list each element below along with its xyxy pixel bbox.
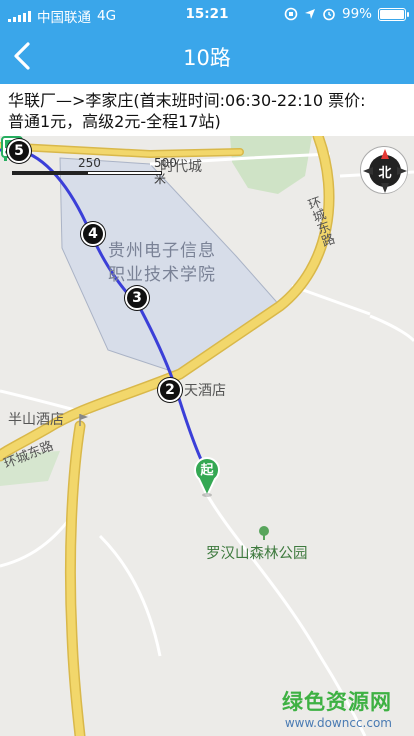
green-area	[230, 136, 312, 194]
alarm-icon	[323, 8, 335, 21]
park-poi-icon	[259, 526, 269, 540]
page-title: 10路	[183, 46, 231, 70]
route-info-line2: 普通1元，高级2元-全程17站)	[8, 112, 221, 131]
label-times-city: 时代城	[160, 159, 202, 175]
stop-marker[interactable]: 2	[158, 378, 182, 402]
label-campus-line1: 贵州电子信息	[108, 241, 216, 261]
stop-marker[interactable]: 3	[125, 286, 149, 310]
watermark-url: www.downcc.com	[284, 716, 392, 730]
compass-button[interactable]: 北	[360, 146, 408, 194]
orientation-lock-icon	[284, 7, 298, 21]
route-info-line1: 华联厂—>李家庄(首末班时间:06:30-22:10 票价:	[8, 91, 366, 110]
battery-percent: 99%	[341, 6, 372, 22]
scale-bar	[87, 171, 162, 175]
route-info: 华联厂—>李家庄(首末班时间:06:30-22:10 票价: 普通1元，高级2元…	[0, 84, 414, 136]
location-arrow-icon	[304, 9, 315, 19]
status-bar: 中国联通 4G 15:21 99%	[0, 0, 414, 28]
start-marker-label: 起	[200, 463, 214, 478]
status-right: 99%	[284, 6, 409, 22]
battery-icon	[378, 7, 409, 21]
stop-marker[interactable]: 5	[7, 139, 31, 163]
map-scale: 250 500 米	[12, 144, 177, 186]
label-campus-line2: 职业技术学院	[108, 265, 216, 285]
label-hotel: 天酒店	[184, 383, 226, 399]
label-luohan-park: 罗汉山森林公园	[206, 546, 308, 562]
scale-bar	[12, 171, 87, 175]
watermark-title: 绿色资源网	[282, 690, 392, 714]
stop-marker[interactable]: 4	[81, 222, 105, 246]
app-screen: { "status_bar": { "carrier": "中国联通", "ne…	[0, 0, 414, 736]
compass-north-label: 北	[378, 166, 392, 181]
battery-fill	[380, 9, 404, 19]
nav-bar: 10路	[0, 28, 414, 84]
scale-label-250: 250	[78, 156, 101, 170]
map-canvas	[0, 136, 414, 736]
route-map[interactable]: 250 500 米 北 时代城 贵州电子信息 职业技术学院 天酒店 半山酒店 环…	[0, 136, 414, 736]
start-marker[interactable]: 起	[193, 455, 221, 497]
label-banshan-hotel: 半山酒店	[8, 412, 64, 428]
watermark: 绿色资源网 www.downcc.com	[282, 686, 392, 730]
